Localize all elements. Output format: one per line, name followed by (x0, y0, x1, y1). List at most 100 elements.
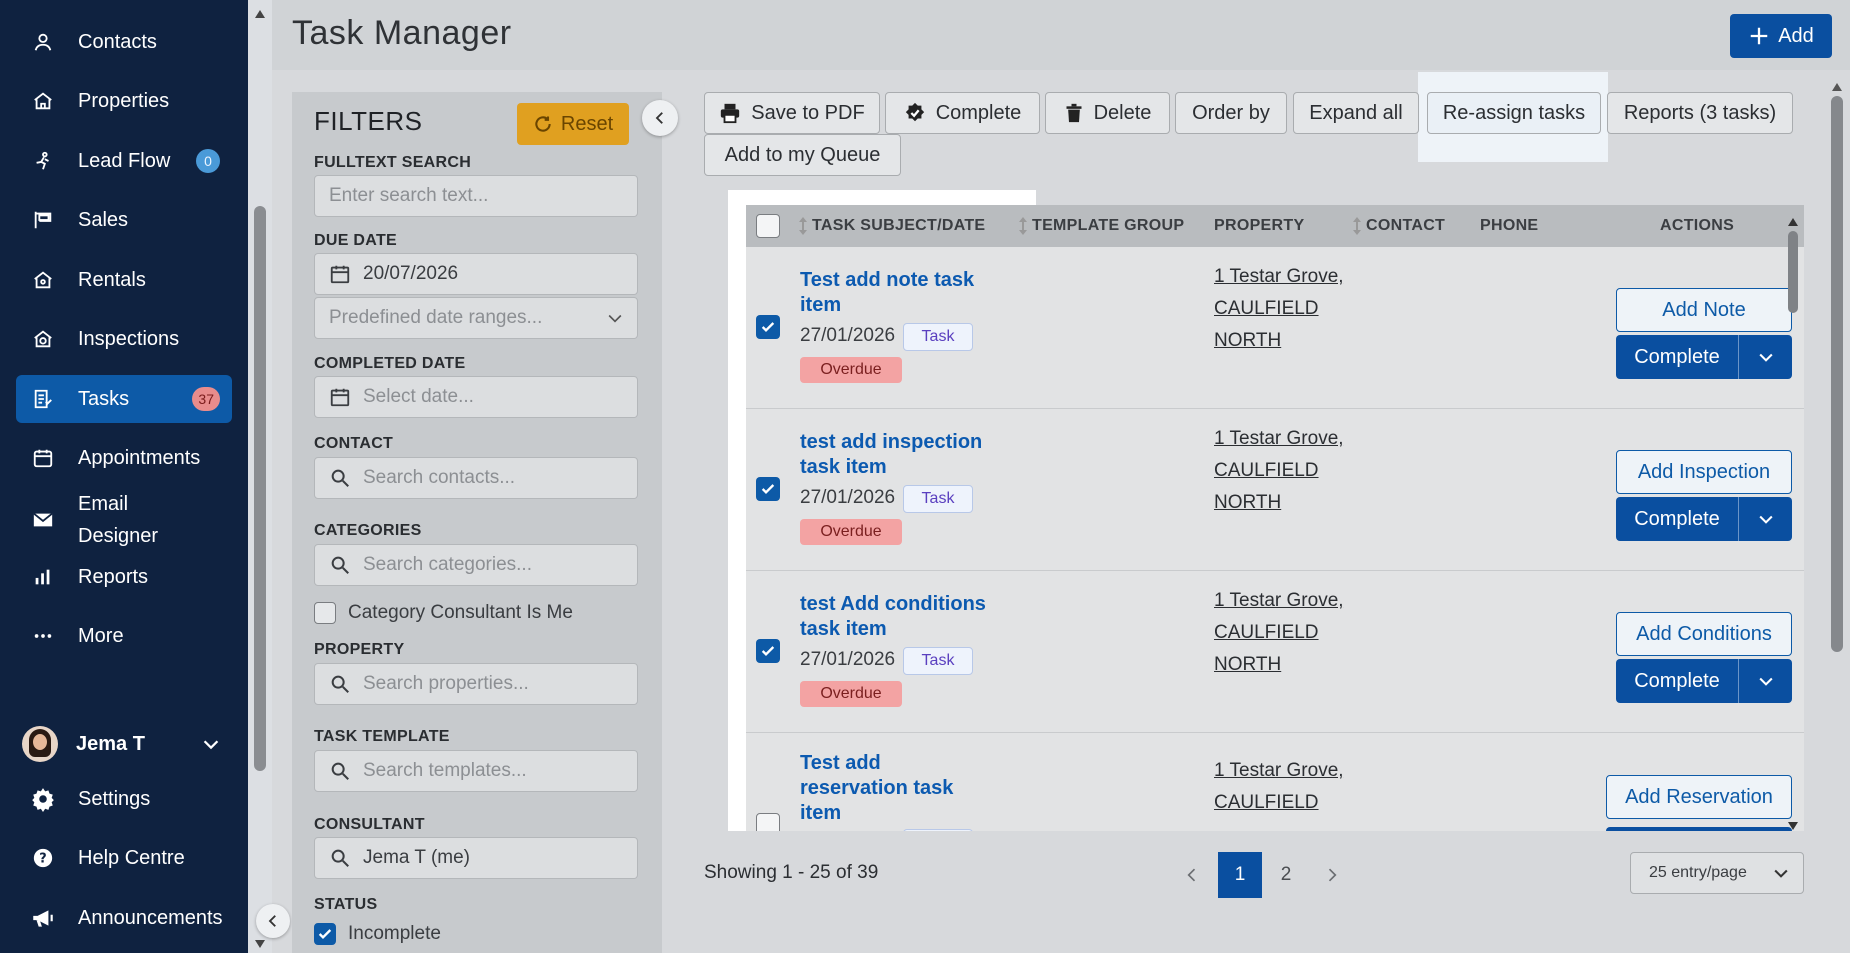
row-checkbox[interactable] (756, 639, 780, 663)
task-title-link[interactable]: Test add note task item (800, 268, 1000, 318)
row-checkbox[interactable] (756, 315, 780, 339)
entries-per-page-select[interactable]: 25 entry/page (1630, 852, 1804, 894)
row-checkbox[interactable] (756, 477, 780, 501)
column-header-template-group[interactable]: TEMPLATE GROUP (1018, 217, 1184, 235)
scroll-down-arrow-icon[interactable] (253, 934, 267, 953)
row-checkbox[interactable] (756, 813, 780, 831)
sidebar-item-announcements[interactable]: Announcements (16, 894, 232, 942)
sidebar-collapse-button[interactable] (256, 904, 290, 938)
sidebar-item-tasks[interactable]: Tasks 37 (16, 375, 232, 423)
filters-collapse-button[interactable] (642, 100, 678, 136)
column-header-task-subject[interactable]: TASK SUBJECT/DATE (798, 217, 985, 235)
reassign-tasks-button[interactable]: Re-assign tasks (1427, 92, 1601, 134)
delete-button[interactable]: Delete (1045, 92, 1170, 134)
sidebar-item-help-centre[interactable]: ? Help Centre (16, 834, 232, 882)
fulltext-search-placeholder: Enter search text... (329, 185, 489, 206)
column-header-label: TEMPLATE GROUP (1032, 217, 1185, 234)
add-to-queue-button[interactable]: Add to my Queue (704, 134, 901, 176)
reports-button[interactable]: Reports (3 tasks) (1607, 92, 1793, 134)
page-1-button[interactable]: 1 (1218, 852, 1262, 898)
property-link[interactable]: 1 Testar Grove, CAULFIELD NORTH (1214, 261, 1354, 357)
scroll-down-arrow-icon[interactable] (1787, 815, 1799, 831)
task-title-link[interactable]: Test add reservation task item (800, 751, 970, 826)
fulltext-search-input[interactable]: Enter search text... (314, 175, 638, 217)
complete-row-label: Complete (1634, 669, 1720, 692)
scroll-up-arrow-icon[interactable] (253, 4, 267, 25)
add-button[interactable]: Add (1730, 14, 1832, 58)
property-search-input[interactable]: Search properties... (314, 663, 638, 705)
table-scroll-thumb[interactable] (1788, 231, 1798, 313)
search-icon (329, 467, 351, 489)
trash-icon (1064, 102, 1084, 124)
complete-row-button[interactable]: Complete (1616, 497, 1792, 541)
property-link[interactable]: 1 Testar Grove, CAULFIELD NORTH (1214, 423, 1354, 519)
sidebar-item-sales[interactable]: Sales (16, 196, 232, 244)
sidebar-item-more[interactable]: More (16, 612, 232, 660)
sidebar-scrollbar[interactable] (248, 0, 272, 953)
due-date-value: 20/07/2026 (363, 263, 459, 284)
add-inspection-button[interactable]: Add Inspection (1616, 450, 1792, 494)
completed-date-input[interactable]: Select date... (314, 376, 638, 418)
task-title-link[interactable]: test add inspection task item (800, 430, 1000, 480)
scroll-up-arrow-icon[interactable] (1787, 211, 1799, 232)
sidebar-item-rentals[interactable]: Rentals (16, 256, 232, 304)
contact-search-input[interactable]: Search contacts... (314, 457, 638, 499)
page-2-button[interactable]: 2 (1264, 852, 1308, 898)
property-link[interactable]: 1 Testar Grove, CAULFIELD NORTH (1214, 585, 1354, 681)
search-icon (329, 673, 351, 695)
chevron-down-icon (200, 733, 222, 755)
next-page-button[interactable] (1310, 852, 1354, 898)
sidebar-item-inspections[interactable]: Inspections (16, 315, 232, 363)
sidebar-item-reports[interactable]: Reports (16, 553, 232, 601)
user-menu[interactable]: Jema T (22, 724, 222, 764)
sidebar-item-label: Email Designer (78, 493, 159, 547)
printer-icon (719, 102, 741, 124)
sidebar-scroll-thumb[interactable] (254, 206, 266, 771)
sidebar-item-label: Properties (78, 90, 170, 112)
add-note-button[interactable]: Add Note (1616, 288, 1792, 332)
complete-row-label: Complete (1634, 345, 1720, 368)
status-incomplete-checkbox[interactable]: Incomplete (314, 923, 441, 945)
task-date: 27/01/2026 (800, 487, 896, 508)
envelope-icon (28, 505, 58, 535)
order-by-label: Order by (1192, 101, 1270, 124)
task-title-link[interactable]: test Add conditions task item (800, 592, 1000, 642)
sidebar-item-email-designer[interactable]: Email Designer (16, 488, 232, 552)
scroll-up-arrow-icon[interactable] (1831, 76, 1843, 97)
expand-all-button[interactable]: Expand all (1293, 92, 1419, 134)
property-link[interactable]: 1 Testar Grove, CAULFIELD (1214, 755, 1354, 819)
chevron-down-icon (1771, 863, 1791, 883)
table-row: Test add reservation task item 1 Testar … (746, 733, 1804, 831)
checkbox[interactable] (314, 602, 336, 624)
categories-search-input[interactable]: Search categories... (314, 544, 638, 586)
task-template-search-input[interactable]: Search templates... (314, 750, 638, 792)
sidebar-item-properties[interactable]: Properties (16, 77, 232, 125)
consultant-search-input[interactable]: Jema T (me) (314, 837, 638, 879)
add-conditions-button[interactable]: Add Conditions (1616, 612, 1792, 656)
date-ranges-select[interactable]: Predefined date ranges... (314, 297, 638, 339)
complete-toolbar-button[interactable]: Complete (885, 92, 1040, 134)
prev-page-button[interactable] (1170, 852, 1214, 898)
sidebar-item-label: Inspections (78, 328, 180, 350)
filters-panel: FILTERS Reset FULLTEXT SEARCH Enter sear… (292, 92, 662, 953)
column-header-contact[interactable]: CONTACT (1352, 217, 1445, 235)
sidebar-item-settings[interactable]: Settings (16, 775, 232, 823)
complete-row-button[interactable] (1606, 827, 1792, 831)
reset-button[interactable]: Reset (517, 103, 629, 145)
complete-row-button[interactable]: Complete (1616, 335, 1792, 379)
sidebar-item-appointments[interactable]: Appointments (16, 434, 232, 482)
select-all-checkbox[interactable] (756, 214, 780, 238)
order-by-button[interactable]: Order by (1175, 92, 1287, 134)
checkbox[interactable] (314, 923, 336, 945)
save-pdf-button[interactable]: Save to PDF (704, 92, 880, 134)
main-scroll-thumb[interactable] (1831, 96, 1843, 652)
main-scrollbar[interactable] (1828, 72, 1846, 953)
due-date-input[interactable]: 20/07/2026 (314, 253, 638, 295)
sidebar-item-lead-flow[interactable]: Lead Flow 0 (16, 137, 232, 185)
table-scrollbar[interactable] (1784, 211, 1802, 830)
add-reservation-button[interactable]: Add Reservation (1606, 775, 1792, 819)
complete-row-button[interactable]: Complete (1616, 659, 1792, 703)
table-header: TASK SUBJECT/DATE TEMPLATE GROUP PROPERT… (746, 205, 1804, 247)
category-consultant-checkbox[interactable]: Category Consultant Is Me (314, 602, 573, 624)
sidebar-item-contacts[interactable]: Contacts (16, 18, 232, 66)
